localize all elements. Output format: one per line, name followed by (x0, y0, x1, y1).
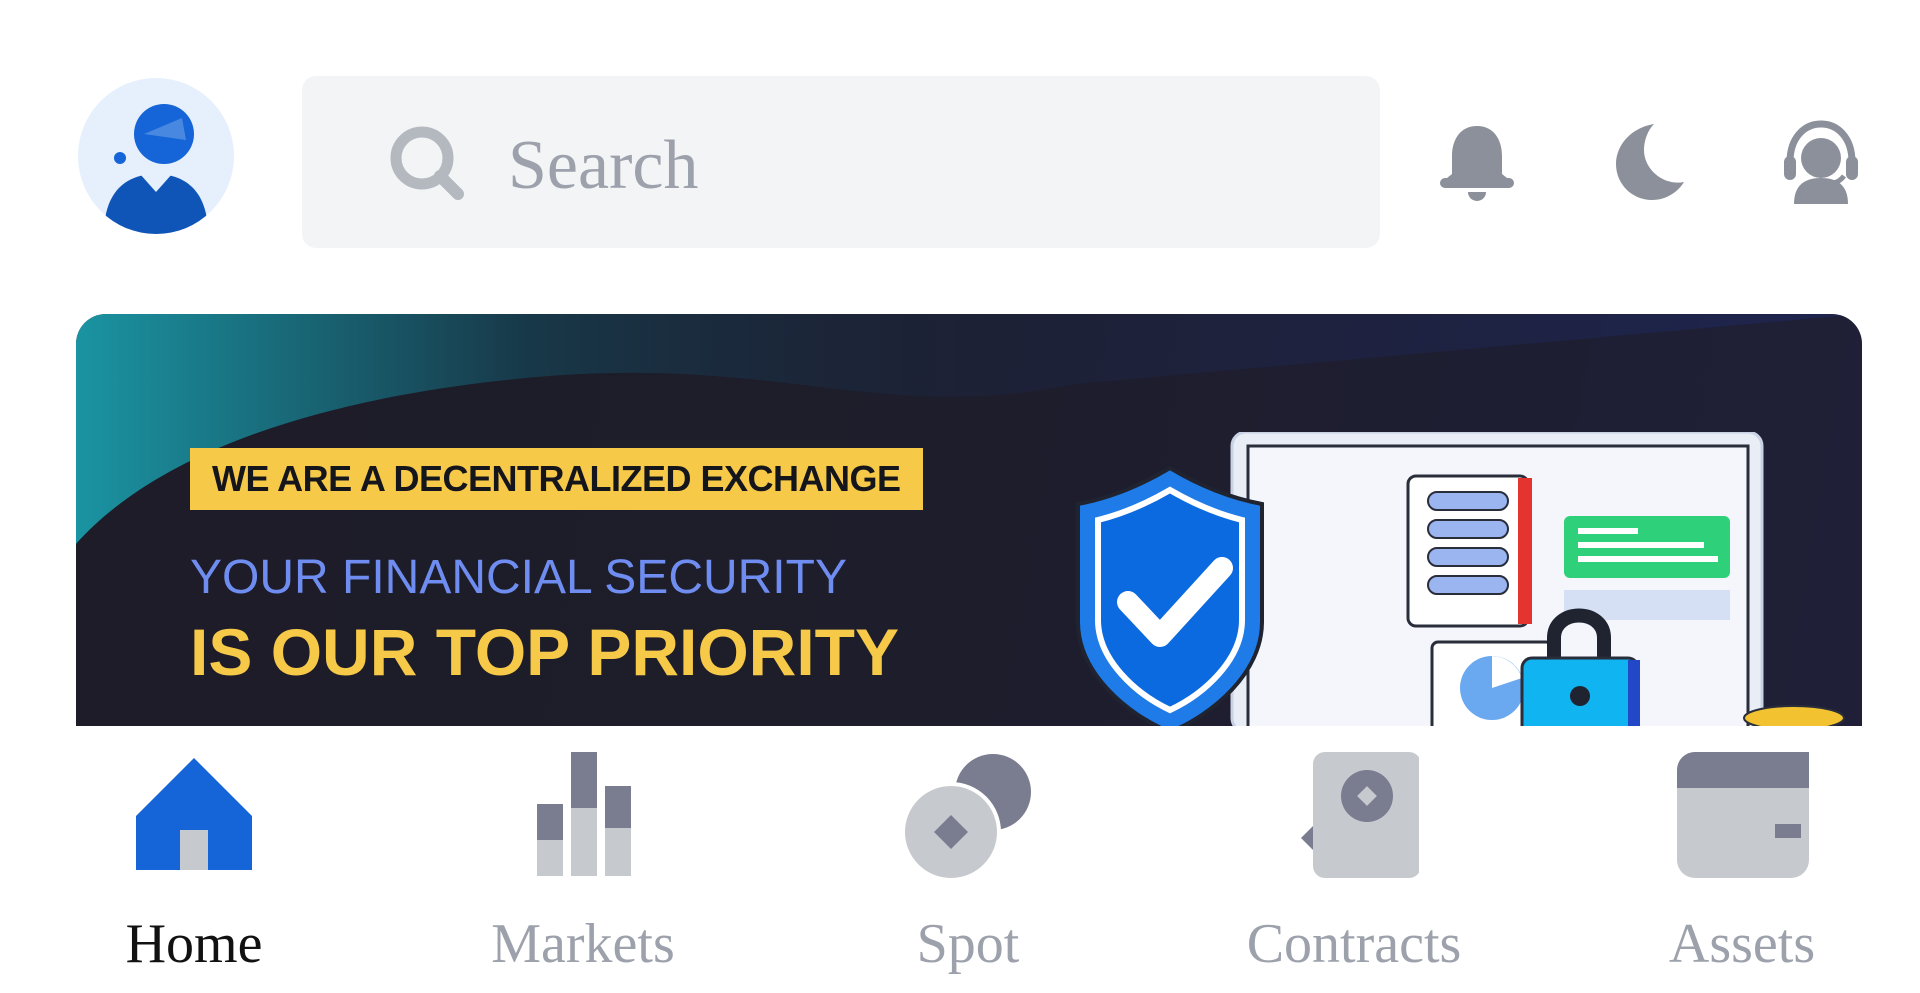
nav-item-spot[interactable]: Spot (818, 726, 1118, 993)
nav-item-assets[interactable]: Assets (1592, 726, 1892, 993)
contracts-icon (1301, 752, 1419, 878)
nav-label-spot: Spot (916, 913, 1020, 975)
security-shield-illustration (1076, 432, 1845, 726)
nav-item-home[interactable]: Home (44, 726, 344, 993)
spot-coins-icon (903, 754, 1031, 882)
promo-banner[interactable]: WE ARE A DECENTRALIZED EXCHANGE YOUR FIN… (76, 314, 1862, 726)
bell-icon[interactable] (1434, 118, 1520, 204)
nav-item-contracts[interactable]: Contracts (1204, 726, 1504, 993)
moon-icon[interactable] (1606, 118, 1692, 204)
user-avatar-icon (104, 104, 208, 234)
nav-label-assets: Assets (1668, 913, 1816, 975)
search-bar[interactable]: Search (302, 76, 1380, 248)
bottom-navigation: Home Markets Spot Contracts Assets (0, 726, 1920, 993)
support-headset-icon[interactable] (1778, 118, 1864, 204)
home-icon (136, 758, 252, 870)
search-icon (390, 126, 464, 200)
user-avatar[interactable] (78, 78, 234, 234)
nav-item-markets[interactable]: Markets (433, 726, 733, 993)
banner-tag: WE ARE A DECENTRALIZED EXCHANGE (190, 448, 923, 510)
banner-subtitle: YOUR FINANCIAL SECURITY (190, 551, 847, 604)
banner-title: IS OUR TOP PRIORITY (190, 615, 900, 689)
nav-label-home: Home (125, 913, 263, 975)
nav-label-markets: Markets (491, 913, 675, 975)
search-input[interactable]: Search (508, 126, 698, 206)
markets-chart-icon (537, 752, 631, 876)
nav-label-contracts: Contracts (1246, 913, 1462, 975)
wallet-icon (1677, 752, 1809, 878)
